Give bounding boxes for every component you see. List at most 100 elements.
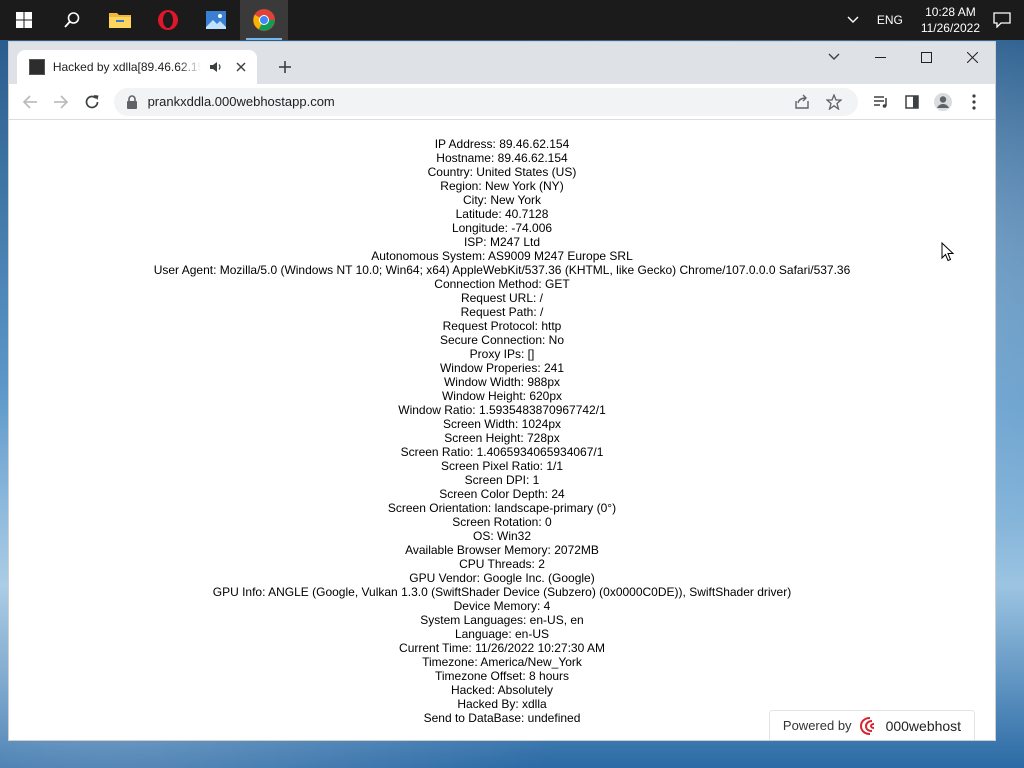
chevron-up-icon [847, 16, 859, 23]
folder-icon [109, 13, 131, 28]
new-tab-button[interactable] [271, 53, 299, 81]
info-line: Timezone: America/New_York [422, 655, 582, 669]
maximize-icon [920, 51, 932, 63]
powered-by-brand: 000webhost [885, 717, 962, 734]
chrome-icon [253, 9, 275, 31]
info-line: Hostname: 89.46.62.154 [436, 151, 568, 165]
info-line: Window Height: 620px [441, 389, 563, 403]
opera-icon [158, 10, 178, 30]
file-explorer-button[interactable] [96, 0, 144, 40]
clock-time: 10:28 AM [925, 5, 976, 19]
info-line: Longitude: -74.006 [451, 221, 553, 235]
info-line: Screen Orientation: landscape-primary (0… [387, 501, 617, 515]
info-line: Screen Rotation: 0 [452, 515, 552, 529]
info-line: Available Browser Memory: 2072MB [405, 543, 599, 557]
url-text[interactable]: prankxddla.000webhostapp.com [148, 94, 786, 109]
info-line: Request Protocol: http [442, 319, 562, 333]
input-language[interactable]: ENG [877, 13, 903, 27]
info-line: Country: United States (US) [427, 165, 577, 179]
side-panel-button[interactable] [896, 86, 927, 118]
info-line: OS: Win32 [472, 529, 532, 543]
chrome-button[interactable] [240, 0, 288, 40]
tab-title: Hacked by xdlla[89.46.62.154 [52, 60, 202, 74]
notification-icon [993, 12, 1011, 28]
info-line: Window Ratio: 1.5935483870967742/1 [398, 403, 606, 417]
close-icon [236, 62, 246, 72]
info-line: City: New York [462, 193, 542, 207]
notifications-button[interactable] [988, 0, 1016, 40]
photos-button[interactable] [192, 0, 240, 40]
info-line: ISP: M247 Ltd [463, 235, 541, 249]
info-line: Hacked: Absolutely [450, 683, 554, 697]
maximize-button[interactable] [903, 42, 949, 72]
system-clock[interactable]: 10:28 AM 11/26/2022 [921, 4, 980, 36]
share-button[interactable] [786, 88, 818, 116]
mouse-cursor-icon [941, 241, 955, 267]
info-line: Request URL: / [460, 291, 544, 305]
info-line: Window Width: 988px [443, 375, 561, 389]
info-line: Screen Color Depth: 24 [439, 487, 565, 501]
show-hidden-icons-button[interactable] [839, 0, 867, 40]
more-vert-icon [971, 93, 976, 110]
clock-date: 11/26/2022 [920, 21, 980, 35]
000webhost-logo-icon [859, 716, 882, 736]
page-content: IP Address: 89.46.62.154 Hostname: 89.46.… [9, 121, 995, 740]
side-panel-icon [905, 94, 919, 109]
start-button[interactable] [0, 0, 48, 40]
window-close-button[interactable] [949, 42, 995, 72]
info-line: Screen Height: 728px [444, 431, 560, 445]
tab-search-button[interactable] [811, 42, 857, 72]
windows-logo-icon [16, 12, 32, 28]
window-controls [811, 42, 995, 72]
info-line: Latitude: 40.7128 [455, 207, 549, 221]
star-icon [825, 93, 842, 110]
media-controls-button[interactable] [866, 86, 897, 118]
powered-by-label: Powered by [782, 718, 852, 733]
back-button[interactable] [15, 86, 46, 118]
info-line: Language: en-US [454, 627, 550, 641]
reload-icon [85, 94, 99, 108]
minimize-button[interactable] [857, 42, 903, 72]
info-line: Screen Width: 1024px [442, 417, 562, 431]
photos-icon [206, 11, 226, 29]
info-line: Proxy IPs: [] [469, 347, 535, 361]
info-line: GPU Vendor: Google Inc. (Google) [409, 571, 595, 585]
visitor-info-list: IP Address: 89.46.62.154 Hostname: 89.46.… [9, 121, 995, 725]
browser-tab[interactable]: Hacked by xdlla[89.46.62.154 [17, 50, 257, 84]
minimize-icon [874, 56, 886, 58]
arrow-right-icon [54, 94, 69, 109]
tab-audio-button[interactable] [209, 61, 223, 73]
opera-button[interactable] [144, 0, 192, 40]
info-line: Screen DPI: 1 [464, 473, 540, 487]
info-line: Device Memory: 4 [453, 599, 551, 613]
taskbar: ENG 10:28 AM 11/26/2022 [0, 0, 1024, 40]
search-icon [64, 12, 80, 28]
forward-button[interactable] [46, 86, 77, 118]
info-line: Window Properies: 241 [439, 361, 565, 375]
tab-close-button[interactable] [233, 59, 249, 75]
search-button[interactable] [48, 0, 96, 40]
plus-icon [279, 61, 291, 73]
menu-button[interactable] [958, 86, 989, 118]
lock-icon[interactable] [124, 94, 140, 110]
playlist-icon [874, 95, 887, 108]
info-line: Screen Ratio: 1.4065934065934067/1 [400, 445, 604, 459]
browser-toolbar: prankxddla.000webhostapp.com [9, 84, 995, 120]
powered-by-badge[interactable]: Powered by 000webhost [769, 710, 975, 740]
bookmark-button[interactable] [818, 88, 850, 116]
tab-strip: Hacked by xdlla[89.46.62.154 [9, 42, 995, 84]
info-line: Screen Pixel Ratio: 1/1 [440, 459, 564, 473]
info-line: CPU Threads: 2 [459, 557, 545, 571]
info-line: Current Time: 11/26/2022 10:27:30 AM [399, 641, 605, 655]
arrow-left-icon [23, 94, 38, 109]
favicon-icon [29, 59, 45, 75]
browser-window: Hacked by xdlla[89.46.62.154 prankxddla.… [8, 41, 996, 741]
info-line: User Agent: Mozilla/5.0 (Windows NT 10.0… [153, 263, 851, 277]
reload-button[interactable] [77, 86, 108, 118]
info-line: Request Path: / [460, 305, 544, 319]
address-bar[interactable]: prankxddla.000webhostapp.com [113, 87, 858, 116]
profile-button[interactable] [927, 86, 958, 118]
speaker-icon [210, 62, 221, 72]
info-line: IP Address: 89.46.62.154 [434, 137, 570, 151]
avatar-icon [933, 92, 952, 111]
